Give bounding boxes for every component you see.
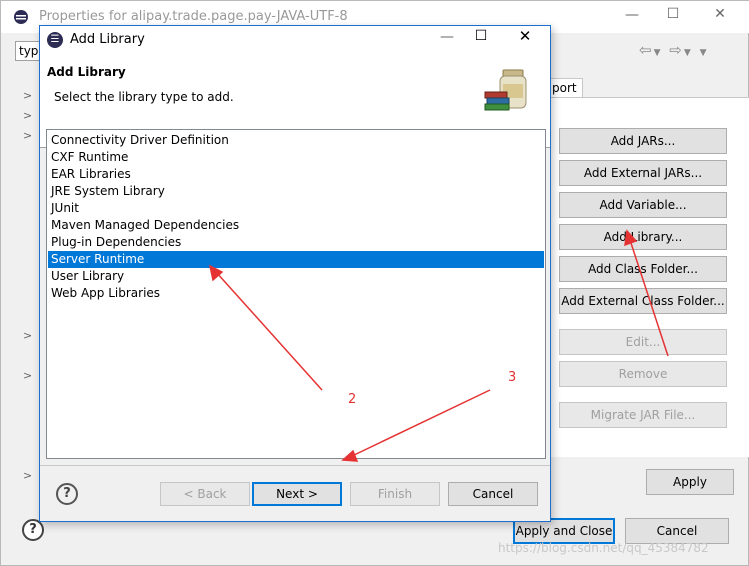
list-item[interactable]: CXF Runtime (48, 149, 544, 166)
maximize-icon[interactable]: ☐ (466, 28, 496, 44)
watermark: https://blog.csdn.net/qq_45384782 (498, 541, 709, 555)
dialog-separator (40, 465, 550, 466)
back-arrow-icon[interactable]: ⇦ (639, 41, 654, 59)
tree-expand-icon[interactable]: > (23, 469, 32, 482)
dialog-description: Select the library type to add. (54, 90, 234, 104)
add-library-button[interactable]: Add Library... (559, 224, 727, 250)
add-class-folder-button[interactable]: Add Class Folder... (559, 256, 727, 282)
close-icon[interactable]: ✕ (705, 6, 735, 22)
menu-dropdown-icon[interactable]: ▼ (700, 48, 709, 58)
list-item[interactable]: JRE System Library (48, 183, 544, 200)
list-item[interactable]: Connectivity Driver Definition (48, 132, 544, 149)
add-library-dialog: ☰ Add Library — ☐ ✕ Add Library Select t… (39, 25, 551, 522)
minimize-icon[interactable]: — (617, 7, 647, 23)
dialog-window-title: Add Library (70, 32, 145, 47)
help-icon[interactable]: ? (56, 483, 78, 505)
back-button[interactable]: < Back (160, 482, 250, 506)
list-item[interactable]: Plug-in Dependencies (48, 234, 544, 251)
finish-button[interactable]: Finish (350, 482, 440, 506)
add-variable-button[interactable]: Add Variable... (559, 192, 727, 218)
next-button[interactable]: Next > (252, 482, 342, 506)
library-jar-icon (484, 69, 527, 111)
library-type-list[interactable]: Connectivity Driver Definition CXF Runti… (46, 129, 546, 459)
add-external-jars-button[interactable]: Add External JARs... (559, 160, 727, 186)
tree-expand-icon[interactable]: > (23, 369, 32, 382)
tree-expand-icon[interactable]: > (23, 109, 32, 122)
list-item[interactable]: EAR Libraries (48, 166, 544, 183)
apply-button[interactable]: Apply (646, 469, 734, 495)
list-item-selected[interactable]: Server Runtime (48, 251, 544, 268)
dialog-heading: Add Library (47, 65, 126, 79)
edit-button[interactable]: Edit... (559, 329, 727, 355)
remove-button[interactable]: Remove (559, 361, 727, 387)
cancel-button[interactable]: Cancel (448, 482, 538, 506)
list-item[interactable]: Maven Managed Dependencies (48, 217, 544, 234)
dialog-titlebar: ☰ Add Library — ☐ ✕ (40, 26, 550, 54)
window-title: Properties for alipay.trade.page.pay-JAV… (39, 9, 348, 24)
migrate-jar-button[interactable]: Migrate JAR File... (559, 402, 727, 428)
nav-arrows[interactable]: ⇦▼ ⇨▼ ▼ (639, 41, 708, 59)
add-external-class-folder-button[interactable]: Add External Class Folder... (559, 288, 727, 314)
list-item[interactable]: User Library (48, 268, 544, 285)
list-item[interactable]: JUnit (48, 200, 544, 217)
dropdown-icon[interactable]: ▼ (654, 48, 663, 58)
tab-export[interactable]: port (549, 78, 583, 98)
close-icon[interactable]: ✕ (510, 27, 540, 45)
eclipse-icon: ☰ (47, 32, 63, 48)
list-item[interactable]: Web App Libraries (48, 285, 544, 302)
help-icon[interactable]: ? (22, 519, 44, 541)
tree-expand-icon[interactable]: > (23, 329, 32, 342)
tree-expand-icon[interactable]: > (23, 89, 32, 102)
dropdown-icon[interactable]: ▼ (684, 48, 693, 58)
maximize-icon[interactable]: ☐ (658, 6, 688, 22)
add-jars-button[interactable]: Add JARs... (559, 128, 727, 154)
forward-arrow-icon[interactable]: ⇨ (669, 41, 684, 59)
minimize-icon[interactable]: — (432, 29, 462, 45)
tree-expand-icon[interactable]: > (23, 129, 32, 142)
eclipse-icon (14, 10, 28, 24)
